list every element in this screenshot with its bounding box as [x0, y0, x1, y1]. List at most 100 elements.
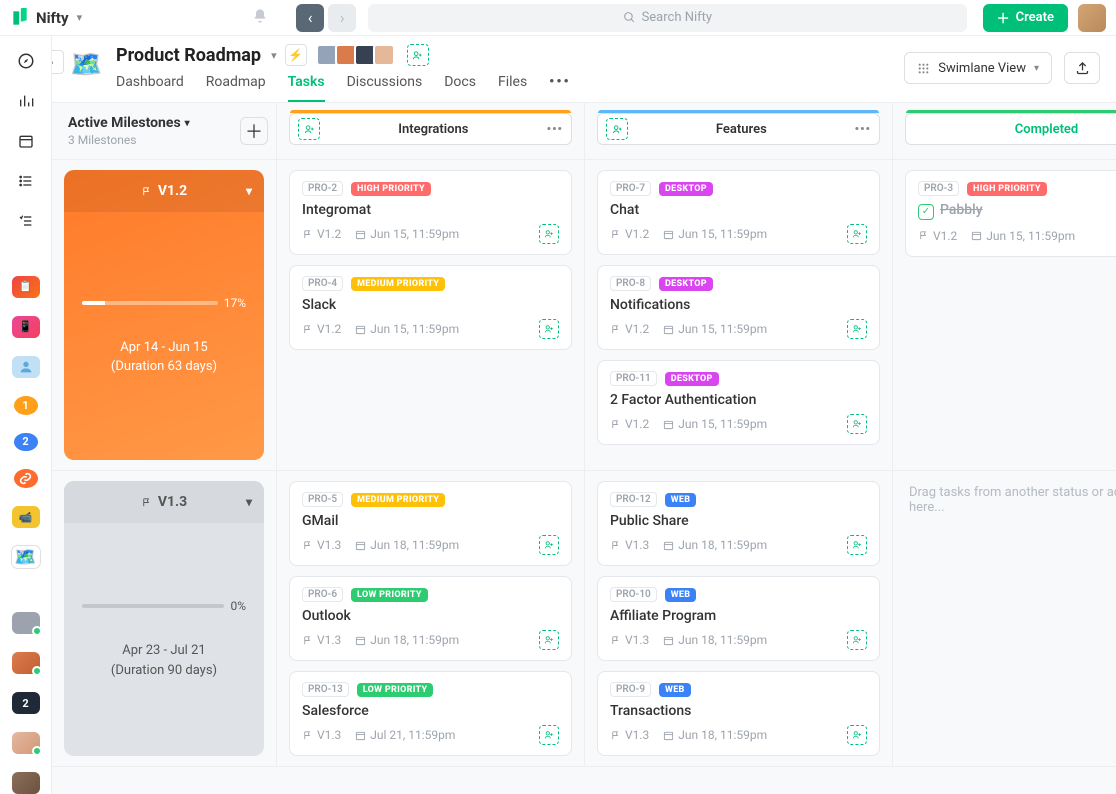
- task-id: PRO-5: [302, 492, 343, 507]
- sidebar-user-4[interactable]: [12, 732, 40, 754]
- column-header-integrations[interactable]: Integrations•••: [289, 113, 572, 145]
- app-name[interactable]: Nifty: [36, 9, 69, 27]
- task-milestone: V1.2: [610, 322, 649, 336]
- sidebar-project-3[interactable]: [12, 356, 40, 378]
- task-card[interactable]: PRO-10WEBAffiliate Program V1.3 Jun 18, …: [597, 576, 880, 661]
- nav-back-button[interactable]: ‹: [296, 4, 324, 32]
- sidebar-user-3[interactable]: 2: [12, 692, 40, 714]
- tab-more[interactable]: •••: [549, 74, 571, 102]
- task-card[interactable]: PRO-11DESKTOP2 Factor Authentication V1.…: [597, 360, 880, 445]
- sidebar-user-5[interactable]: [12, 772, 40, 794]
- sidebar-badge-link[interactable]: [14, 469, 38, 488]
- task-due: Jun 18, 11:59pm: [355, 538, 459, 552]
- task-card[interactable]: PRO-5MEDIUM PRIORITYGMail V1.3 Jun 18, 1…: [289, 481, 572, 566]
- task-title: 2 Factor Authentication: [610, 392, 867, 408]
- task-title: Notifications: [610, 297, 867, 313]
- share-button[interactable]: [1064, 52, 1100, 84]
- task-card[interactable]: PRO-13LOW PRIORITYSalesforce V1.3 Jul 21…: [289, 671, 572, 756]
- task-assign-button[interactable]: [539, 725, 559, 745]
- task-due: Jun 18, 11:59pm: [663, 538, 767, 552]
- sidebar-list-icon[interactable]: [12, 170, 40, 192]
- task-title: Slack: [302, 297, 559, 313]
- notifications-bell-icon[interactable]: [252, 8, 268, 28]
- milestone-card-v12[interactable]: V1.2▾17%Apr 14 - Jun 15(Duration 63 days…: [64, 170, 264, 460]
- tab-dashboard[interactable]: Dashboard: [116, 74, 184, 102]
- task-assign-button[interactable]: [847, 319, 867, 339]
- task-assign-button[interactable]: [847, 224, 867, 244]
- task-assign-button[interactable]: [539, 630, 559, 650]
- column-header-features[interactable]: Features•••: [597, 113, 880, 145]
- sidebar-analytics-icon[interactable]: [12, 90, 40, 112]
- task-tag: DESKTOP: [659, 182, 713, 196]
- sidebar-project-2[interactable]: 📱: [12, 316, 40, 338]
- project-title[interactable]: Product Roadmap: [116, 45, 261, 66]
- project-members[interactable]: [319, 44, 395, 66]
- add-milestone-button[interactable]: ＋: [240, 117, 268, 145]
- sidebar-badge-2[interactable]: 2: [14, 433, 38, 452]
- sidebar-user-2[interactable]: [12, 652, 40, 674]
- task-assign-button[interactable]: [539, 319, 559, 339]
- milestone-card-v13[interactable]: V1.3▾0%Apr 23 - Jul 21(Duration 90 days): [64, 481, 264, 756]
- expand-sidebar-icon[interactable]: ›: [52, 50, 64, 74]
- chevron-down-icon[interactable]: ▾: [246, 184, 252, 198]
- current-user-avatar[interactable]: [1078, 4, 1106, 32]
- search-input[interactable]: Search Nifty: [368, 4, 966, 32]
- task-due: Jul 21, 11:59pm: [355, 728, 455, 742]
- sidebar-project-camera[interactable]: 📹: [12, 506, 40, 528]
- sidebar-project-1[interactable]: 📋: [12, 276, 40, 298]
- task-assign-button[interactable]: [847, 725, 867, 745]
- task-assign-button[interactable]: [539, 224, 559, 244]
- task-card[interactable]: PRO-8DESKTOPNotifications V1.2 Jun 15, 1…: [597, 265, 880, 350]
- task-card[interactable]: PRO-12WEBPublic Share V1.3 Jun 18, 11:59…: [597, 481, 880, 566]
- task-card[interactable]: PRO-9WEBTransactions V1.3 Jun 18, 11:59p…: [597, 671, 880, 756]
- task-card[interactable]: PRO-7DESKTOPChat V1.2 Jun 15, 11:59pm: [597, 170, 880, 255]
- task-milestone: V1.3: [302, 633, 341, 647]
- task-milestone: V1.2: [610, 227, 649, 241]
- automation-icon[interactable]: ⚡: [285, 44, 307, 66]
- workspace-chevron-icon[interactable]: ▾: [77, 11, 83, 24]
- tab-roadmap[interactable]: Roadmap: [206, 74, 266, 102]
- sidebar-tasks-icon[interactable]: [12, 210, 40, 232]
- sidebar-badge-1[interactable]: 1: [14, 396, 38, 415]
- task-card[interactable]: PRO-3HIGH PRIORITY✓Pabbly V1.2 Jun 15, 1…: [905, 170, 1116, 257]
- task-assign-button[interactable]: [847, 630, 867, 650]
- sidebar-calendar-icon[interactable]: [12, 130, 40, 152]
- app-logo-icon: [10, 8, 30, 28]
- project-chevron-icon[interactable]: ▾: [271, 49, 277, 62]
- task-tag: MEDIUM PRIORITY: [351, 277, 445, 291]
- add-member-button[interactable]: [407, 44, 429, 66]
- sidebar-user-1[interactable]: [12, 612, 40, 634]
- view-selector[interactable]: Swimlane View ▾: [904, 52, 1052, 84]
- task-card[interactable]: PRO-4MEDIUM PRIORITYSlack V1.2 Jun 15, 1…: [289, 265, 572, 350]
- column-more-icon[interactable]: •••: [855, 122, 871, 136]
- sidebar-compass-icon[interactable]: [12, 50, 40, 72]
- task-tag: WEB: [665, 493, 697, 507]
- assign-column-icon[interactable]: [298, 118, 320, 140]
- task-assign-button[interactable]: [539, 535, 559, 555]
- column-more-icon[interactable]: •••: [547, 122, 563, 136]
- task-card[interactable]: PRO-6LOW PRIORITYOutlook V1.3 Jun 18, 11…: [289, 576, 572, 661]
- create-button[interactable]: ＋ Create: [983, 4, 1068, 32]
- task-id: PRO-10: [610, 587, 657, 602]
- task-tag: HIGH PRIORITY: [351, 182, 431, 196]
- tab-discussions[interactable]: Discussions: [347, 74, 423, 102]
- tab-files[interactable]: Files: [498, 74, 527, 102]
- task-title: GMail: [302, 513, 559, 529]
- task-assign-button[interactable]: [847, 535, 867, 555]
- assign-column-icon[interactable]: [606, 118, 628, 140]
- task-title: Chat: [610, 202, 867, 218]
- task-id: PRO-2: [302, 181, 343, 196]
- tab-docs[interactable]: Docs: [444, 74, 476, 102]
- tab-tasks[interactable]: Tasks: [288, 74, 325, 102]
- task-due: Jun 18, 11:59pm: [663, 728, 767, 742]
- column-header-completed[interactable]: Completed: [905, 113, 1116, 145]
- task-tag: LOW PRIORITY: [357, 683, 434, 697]
- task-milestone: V1.3: [610, 728, 649, 742]
- sidebar-project-roadmap[interactable]: 🗺️: [12, 546, 40, 568]
- task-card[interactable]: PRO-2HIGH PRIORITYIntegromat V1.2 Jun 15…: [289, 170, 572, 255]
- task-assign-button[interactable]: [847, 414, 867, 434]
- task-title: Salesforce: [302, 703, 559, 719]
- grid-icon: [917, 62, 930, 75]
- milestones-header-title[interactable]: Active Milestones▾: [68, 115, 190, 131]
- chevron-down-icon[interactable]: ▾: [246, 495, 252, 509]
